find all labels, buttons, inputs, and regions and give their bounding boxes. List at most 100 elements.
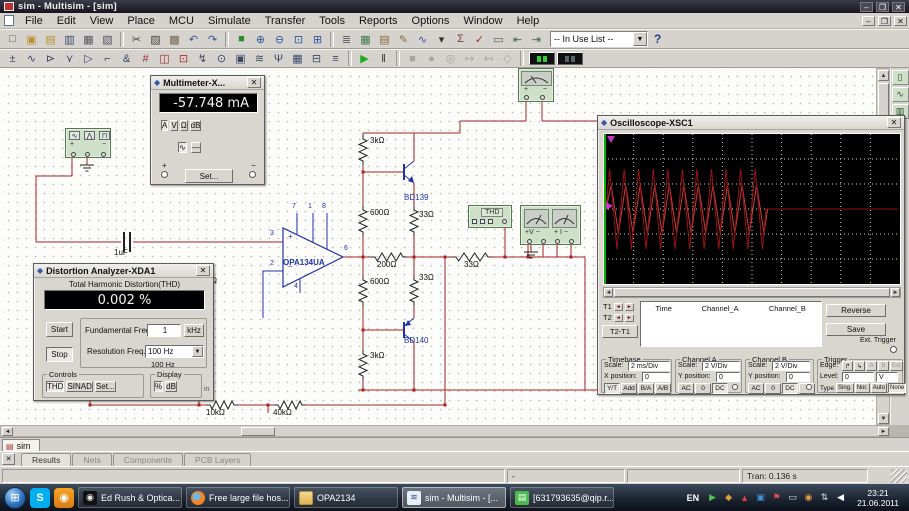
dc-a-button[interactable]: DC <box>712 383 728 394</box>
zoom-out-icon[interactable]: ⊖ <box>270 31 289 47</box>
t1-right-icon[interactable]: ► <box>625 303 634 311</box>
menu-item[interactable]: Simulate <box>201 14 258 28</box>
channel-b-radio[interactable] <box>806 384 812 390</box>
distortion-analyzer-dialog[interactable]: ◆ Distortion Analyzer-XDA1 ✕ Total Harmo… <box>33 263 214 401</box>
scroll-down-icon[interactable]: ▼ <box>878 413 889 424</box>
scope-scroll-thumb[interactable] <box>614 288 890 297</box>
yt-button[interactable]: Y/T <box>604 383 620 394</box>
multimeter-dialog[interactable]: ◆ Multimeter-X... ✕ -57.748 mA AVΩdB ∿— … <box>150 75 265 185</box>
t2-right-icon[interactable]: ► <box>625 314 634 322</box>
edge-b-button[interactable]: B <box>878 361 889 371</box>
zero-b-button[interactable]: 0 <box>765 383 781 394</box>
db-button[interactable]: dB <box>165 381 177 392</box>
vm-minus-terminal[interactable] <box>541 239 546 244</box>
mediaget-icon[interactable]: ◉ <box>54 488 74 508</box>
menu-item[interactable]: Help <box>510 14 547 28</box>
start-button[interactable]: ⊞ <box>4 487 26 509</box>
tray-ni-icon[interactable]: ▶ <box>706 491 719 504</box>
xmm-minus-terminal[interactable] <box>540 95 545 100</box>
menu-item[interactable]: Edit <box>50 14 83 28</box>
menu-item[interactable]: Reports <box>352 14 405 28</box>
zero-a-button[interactable]: 0 <box>695 383 711 394</box>
open-icon[interactable]: ▣ <box>22 31 41 47</box>
save-icon[interactable]: ▥ <box>60 31 79 47</box>
ab-button[interactable]: A/B <box>655 383 671 394</box>
trigger-level-value[interactable]: 0 <box>842 372 874 382</box>
menu-item[interactable]: File <box>18 14 50 28</box>
timebase-pos-value[interactable]: 0 <box>642 372 670 382</box>
fg-plus-terminal[interactable] <box>71 152 76 157</box>
vm-plus-terminal[interactable] <box>527 239 532 244</box>
tray-speaker-icon[interactable]: ◀ <box>834 491 847 504</box>
scroll-left-icon[interactable]: ◄ <box>2 427 13 436</box>
tray-volume-mixer-icon[interactable]: ◉ <box>802 491 815 504</box>
lcd-toggle-off-button[interactable] <box>557 52 583 65</box>
place-indicator-icon[interactable]: ⊡ <box>174 51 193 67</box>
step-into-button[interactable]: ◎ <box>441 51 460 67</box>
t2-left-icon[interactable]: ◄ <box>614 314 623 322</box>
fundamental-freq-input[interactable]: 1 <box>147 324 181 337</box>
menu-item[interactable]: Window <box>456 14 509 28</box>
fg-minus-terminal[interactable] <box>101 152 106 157</box>
edge-rising-button[interactable]: ↱ <box>842 361 853 371</box>
copy-icon[interactable]: ▨ <box>146 31 165 47</box>
percent-button[interactable]: % <box>154 381 163 392</box>
mode-current-button[interactable]: A <box>161 120 168 131</box>
t2-t1-button[interactable]: T2-T1 <box>602 325 638 338</box>
minus-terminal[interactable] <box>249 171 256 178</box>
am-minus-terminal[interactable] <box>569 239 574 244</box>
trigger-auto-button[interactable]: Auto <box>871 383 887 393</box>
scroll-right-icon[interactable]: ► <box>891 288 900 297</box>
close-button[interactable]: ✕ <box>892 2 905 12</box>
ac-b-button[interactable]: AC <box>748 383 764 394</box>
place-misc-icon[interactable]: ⊙ <box>212 51 231 67</box>
channel-a-radio[interactable] <box>732 384 738 390</box>
xmm-plus-terminal[interactable] <box>524 95 529 100</box>
tab-pcb-layers[interactable]: PCB Layers <box>184 453 251 466</box>
oscilloscope-dialog[interactable]: ◆ Oscilloscope-XSC1 ✕ ◄ ► T1 ◄ ► T2 ◄ ► … <box>597 115 905 395</box>
place-ttl-icon[interactable]: ⌐ <box>98 51 117 67</box>
minimize-button[interactable]: – <box>860 2 873 12</box>
start-button[interactable]: Start <box>46 322 73 337</box>
in-use-list-dropdown[interactable]: -- In Use List -- ▼ <box>550 31 648 47</box>
chevron-down-icon[interactable]: ▼ <box>192 346 203 357</box>
ac-mode-button[interactable]: ∿ <box>178 142 187 153</box>
open-sample-icon[interactable]: ▤ <box>41 31 60 47</box>
trigger-nor-button[interactable]: Nor. <box>855 383 870 393</box>
multimeter-instrument[interactable]: + − <box>518 68 554 102</box>
component-wizard-icon[interactable]: ✎ <box>394 31 413 47</box>
spreadsheet-view-icon[interactable]: ▦ <box>356 31 375 47</box>
plus-terminal[interactable] <box>161 171 168 178</box>
task-audio-player[interactable]: ◉ Ed Rush & Optica... <box>78 487 182 508</box>
scroll-right-icon[interactable]: ► <box>878 427 889 436</box>
mdi-close-button[interactable]: ✕ <box>894 16 907 26</box>
fullscreen-icon[interactable]: ■ <box>232 31 251 47</box>
place-source-icon[interactable]: ± <box>3 51 22 67</box>
breakpoint-button[interactable]: ◇ <box>498 51 517 67</box>
mode-resistance-button[interactable]: Ω <box>180 120 188 131</box>
redo-icon[interactable]: ↷ <box>203 31 222 47</box>
edge-falling-button[interactable]: ↳ <box>854 361 865 371</box>
paste-icon[interactable]: ▩ <box>165 31 184 47</box>
stop-simulation-button[interactable]: ■ <box>403 51 422 67</box>
tab-nets[interactable]: Nets <box>72 453 111 466</box>
place-mixed-icon[interactable]: ◫ <box>155 51 174 67</box>
maximize-button[interactable]: ❐ <box>876 2 889 12</box>
forward-annotate-icon[interactable]: ⇥ <box>527 31 546 47</box>
place-analog-icon[interactable]: ▷ <box>79 51 98 67</box>
place-mcu-icon[interactable]: ▦ <box>288 51 307 67</box>
mdi-restore-button[interactable]: ❐ <box>878 16 891 26</box>
distortion-titlebar[interactable]: ◆ Distortion Analyzer-XDA1 ✕ <box>34 264 213 278</box>
trigger-sing-button[interactable]: Sing. <box>836 383 854 393</box>
task-folder-opa2134[interactable]: OPA2134 <box>294 487 398 508</box>
mode-db-button[interactable]: dB <box>190 120 202 131</box>
help-icon[interactable]: ? <box>654 32 661 46</box>
menu-item[interactable]: Transfer <box>258 14 313 28</box>
step-out-button[interactable]: ↤ <box>479 51 498 67</box>
zoom-fit-icon[interactable]: ⊞ <box>308 31 327 47</box>
tab-results[interactable]: Results <box>21 453 71 466</box>
grapher-icon[interactable]: ∿ <box>413 31 432 47</box>
database-manager-icon[interactable]: ▤ <box>375 31 394 47</box>
stop-button[interactable]: Stop <box>46 347 73 362</box>
resolution-freq-select[interactable]: 100 Hz ▼ <box>145 345 204 358</box>
